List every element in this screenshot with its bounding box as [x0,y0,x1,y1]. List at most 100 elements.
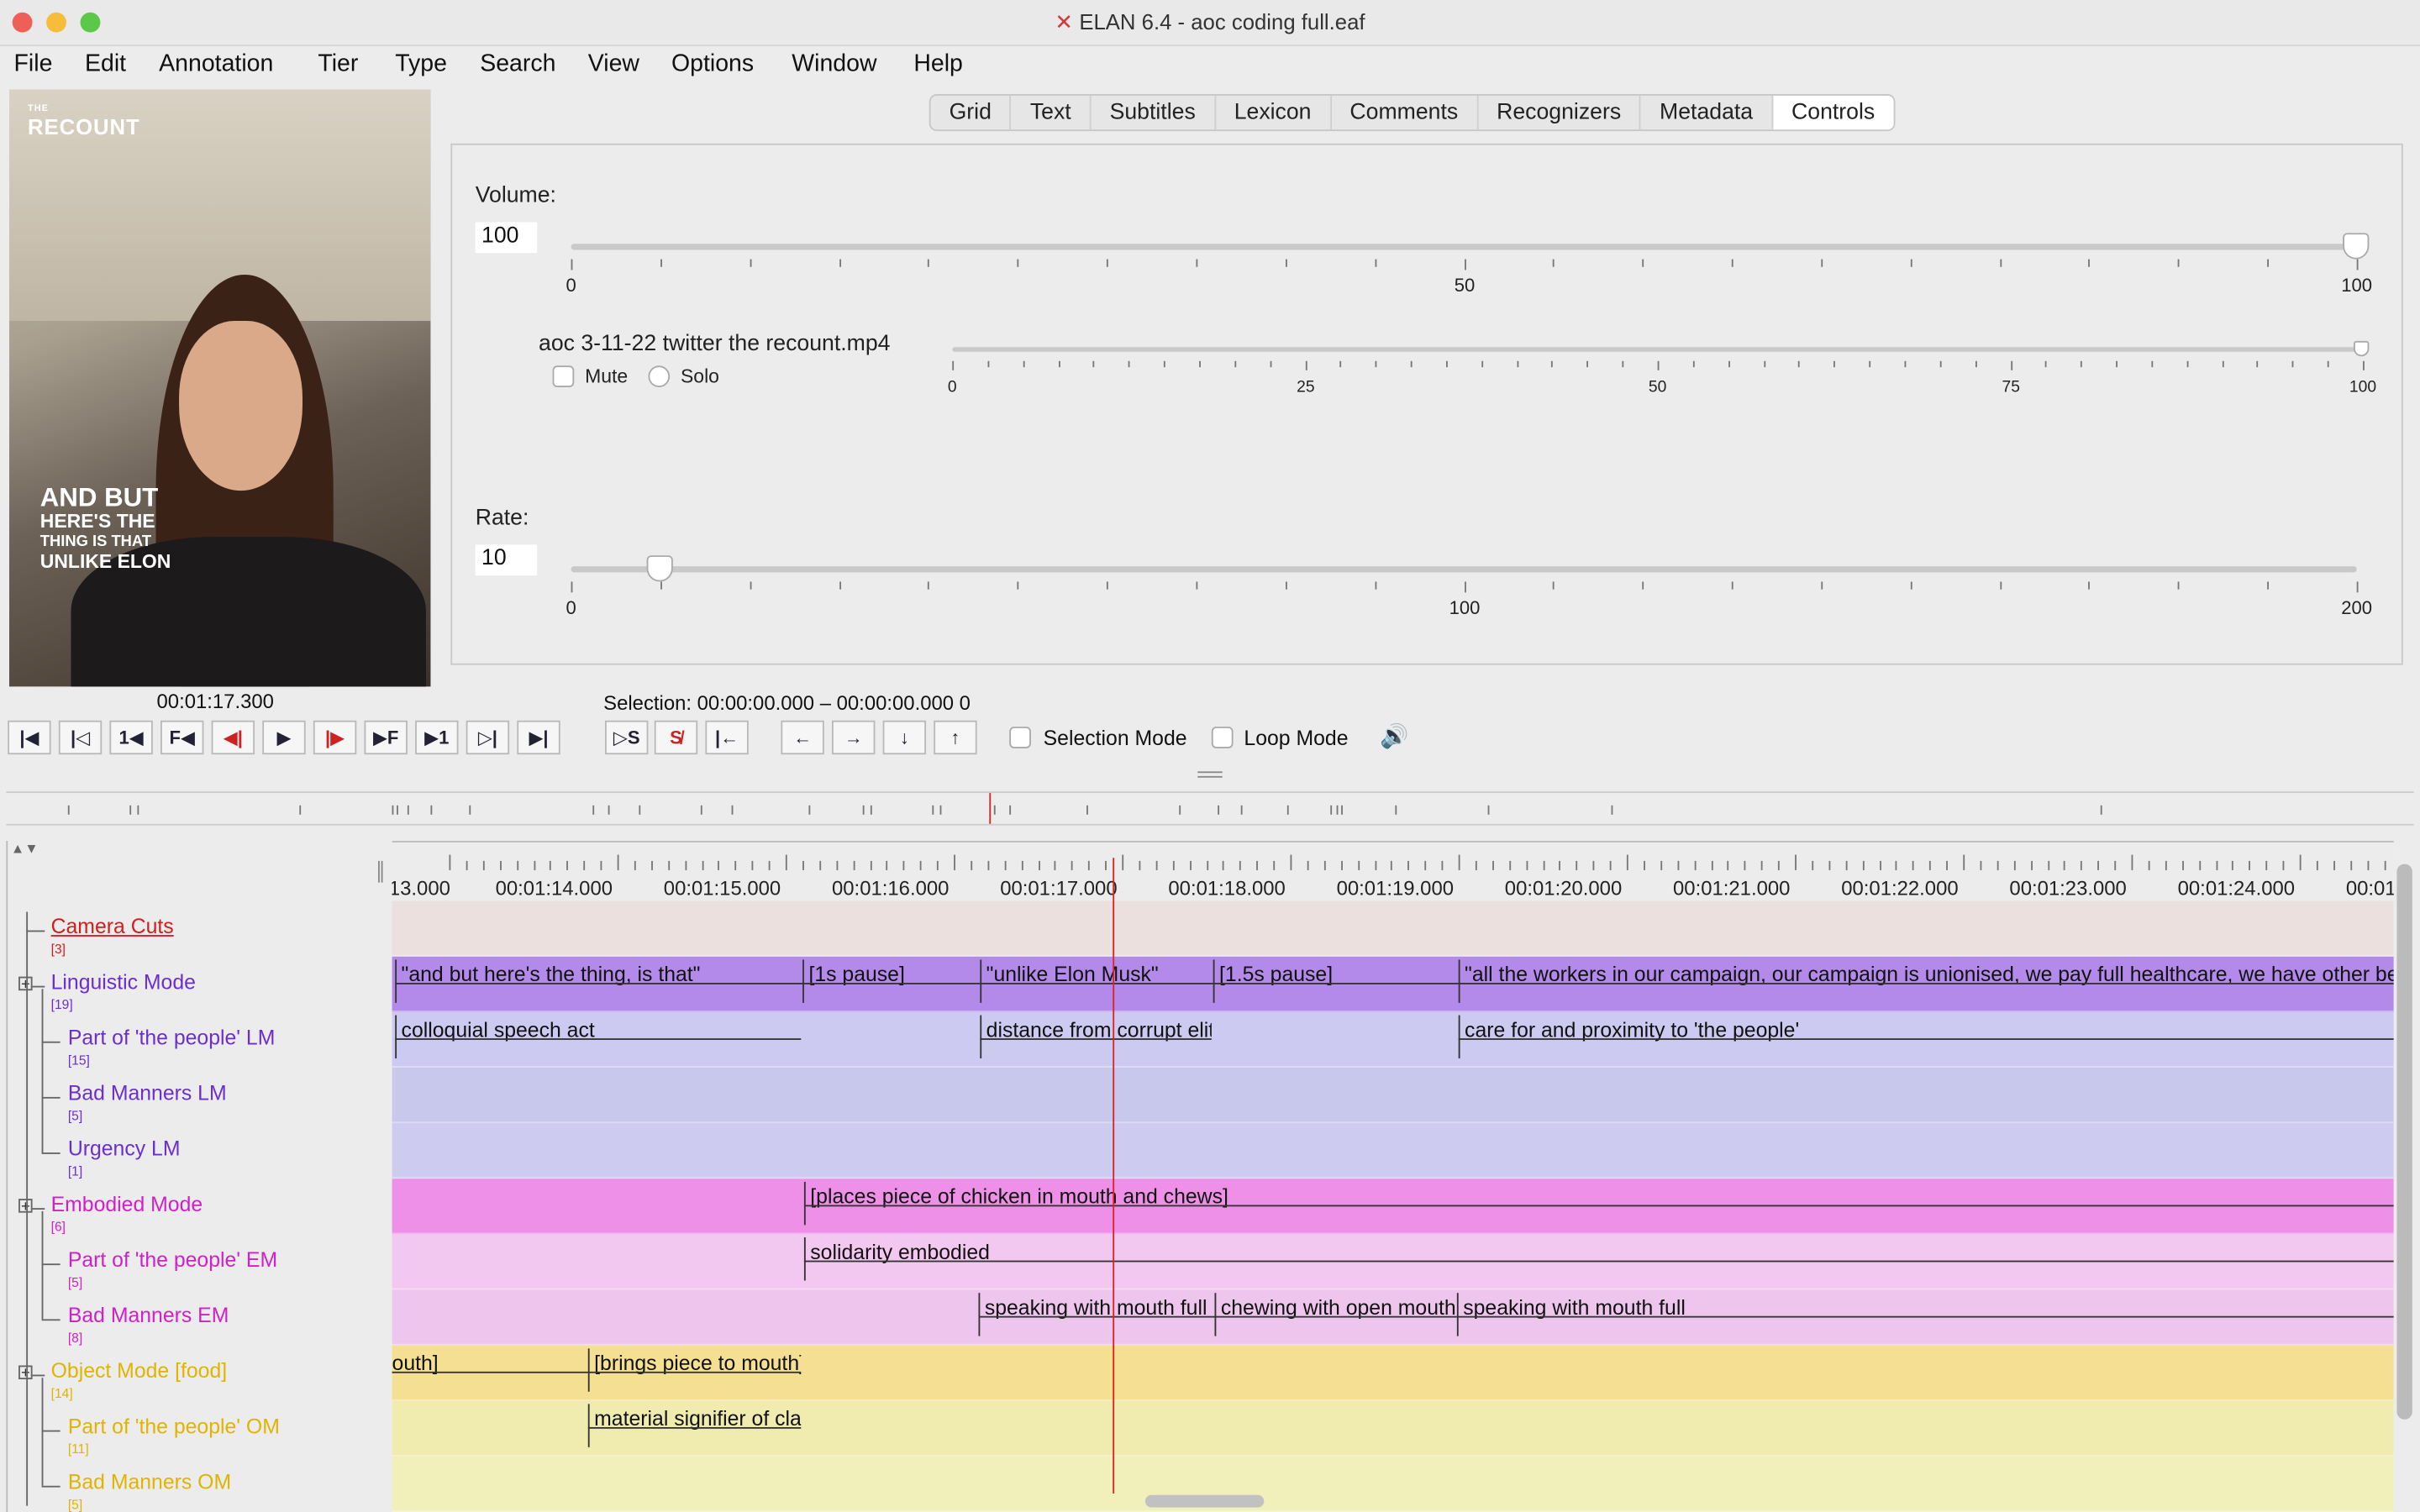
tab-lexicon[interactable]: Lexicon [1216,95,1332,130]
volume-slider-track[interactable] [571,244,2357,250]
slider-tick [1999,581,2002,590]
panel-splitter[interactable] [0,771,2420,780]
tier-name[interactable]: Part of 'the people' EM [68,1248,277,1272]
tier-row[interactable] [392,1456,2394,1512]
tier-row[interactable]: [places piece of chicken in mouth and ch… [392,1179,2394,1235]
tier-row[interactable]: "and but here's the thing, is that" [1s p… [392,956,2394,1012]
tier-name[interactable]: Linguistic Mode [51,970,196,994]
annotation-up-button[interactable]: ↑ [934,720,977,755]
tier-name[interactable]: Camera Cuts [51,915,174,938]
tier-name[interactable]: Bad Manners OM [68,1470,231,1494]
annotation[interactable]: "all the workers in our campaign, our ca… [1459,963,2394,1000]
horizontal-scrollbar[interactable] [1144,1494,1265,1508]
menu-tier[interactable]: Tier [318,51,358,79]
tier-row[interactable] [392,900,2394,957]
annotation[interactable]: colloquial speech act [395,1018,801,1055]
go-to-end-button[interactable]: ▶| [517,720,560,755]
annotation[interactable]: chewing with open mouth [1215,1296,1457,1333]
annotation[interactable]: speaking with mouth full [1457,1296,2394,1333]
volume-slider-thumb[interactable] [2343,233,2370,260]
next-frame-button[interactable]: ▷| [466,720,510,755]
forward-frame-button[interactable]: ▶F [364,720,408,755]
tier-name[interactable]: Bad Manners EM [68,1304,229,1327]
tier-row[interactable]: solidarity embodied [392,1234,2394,1290]
annotation[interactable]: [places piece of chicken in mouth and ch… [804,1185,2394,1222]
tier-row[interactable]: material signifier of cla [392,1400,2394,1457]
playhead-cursor[interactable] [1113,858,1115,1494]
overview-tick [1009,805,1012,815]
video-player[interactable]: THE RECOUNT AND BUT HERE'S THE THING IS T… [9,89,431,687]
previous-frame-button[interactable]: |◁ [58,720,103,755]
annotation[interactable]: material signifier of cla [588,1407,801,1444]
tier-name[interactable]: Urgency LM [68,1137,181,1161]
mute-checkbox[interactable] [552,365,575,388]
menu-annotation[interactable]: Annotation [159,51,273,79]
menu-file[interactable]: File [14,51,53,79]
collapse-all-icon[interactable]: ▲▼ [11,841,39,856]
annotation[interactable]: distance from corrupt elit [980,1018,1212,1055]
annotation-boundary [1458,1015,1460,1058]
menu-edit[interactable]: Edit [85,51,126,79]
clear-selection-button[interactable]: S̸ [654,720,698,755]
annotation[interactable]: care for and proximity to 'the people' [1459,1018,2394,1055]
menu-search[interactable]: Search [480,51,555,79]
previous-pixel-button[interactable]: ◀| [211,720,255,755]
tab-comments[interactable]: Comments [1331,95,1479,130]
annotation[interactable]: speaking with mouth full [978,1296,1214,1333]
selection-begin-button[interactable]: |← [705,720,749,755]
timeline-overview[interactable] [6,791,2414,826]
tab-controls[interactable]: Controls [1773,95,1894,130]
rate-slider-thumb[interactable] [646,555,673,582]
previous-annotation-button[interactable]: ← [781,720,824,755]
loop-mode-checkbox[interactable] [1211,727,1234,748]
back-one-second-button[interactable]: 1◀ [109,720,153,755]
tab-recognizers[interactable]: Recognizers [1478,95,1642,130]
play-button[interactable]: ▶ [262,720,306,755]
annotation[interactable]: [brings piece to mouth] [588,1352,801,1389]
annotation-down-button[interactable]: ↓ [882,720,927,755]
annotation[interactable]: "unlike Elon Musk" [980,963,1213,1000]
menu-type[interactable]: Type [395,51,447,79]
tier-row[interactable]: outh] [brings piece to mouth] [392,1345,2394,1401]
menu-help[interactable]: Help [913,51,963,79]
timeline-tracks[interactable]: 13.000 00:01:14.000 00:01:15.000 00:01:16.0… [392,841,2394,1512]
speaker-icon[interactable]: 🔊 [1380,722,1408,749]
tier-row[interactable]: colloquial speech act distance from corru… [392,1011,2394,1068]
volume-value-field[interactable]: 100 [475,222,538,254]
selection-mode-checkbox[interactable] [1009,727,1031,748]
media-volume-slider-track[interactable] [952,347,2364,352]
tier-name[interactable]: Bad Manners LM [68,1082,227,1105]
tier-row[interactable] [392,1123,2394,1179]
back-frame-button[interactable]: F◀ [160,720,204,755]
go-to-begin-button[interactable]: |◀ [8,720,51,755]
rate-slider-track[interactable] [571,566,2357,573]
tier-name[interactable]: Embodied Mode [51,1193,203,1216]
next-annotation-button[interactable]: → [831,720,876,755]
tab-metadata[interactable]: Metadata [1641,95,1774,130]
time-ruler[interactable]: 13.000 00:01:14.000 00:01:15.000 00:01:16.0… [392,842,2394,901]
tab-grid[interactable]: Grid [931,95,1012,130]
tier-row[interactable] [392,1068,2394,1124]
tier-splitter-handle[interactable] [377,860,383,883]
annotation[interactable]: solidarity embodied [804,1241,2394,1278]
menu-options[interactable]: Options [671,51,754,79]
media-volume-slider-thumb[interactable] [2354,340,2370,357]
tier-row[interactable]: speaking with mouth full chewing with ope… [392,1289,2394,1346]
annotation[interactable]: [1.5s pause] [1213,963,1459,1000]
annotation[interactable]: outh] [392,1352,588,1389]
menu-view[interactable]: View [588,51,639,79]
annotation[interactable]: [1s pause] [802,963,980,1000]
next-pixel-button[interactable]: |▶ [313,720,357,755]
tab-subtitles[interactable]: Subtitles [1092,95,1216,130]
tab-text[interactable]: Text [1012,95,1092,130]
vertical-scrollbar[interactable] [2396,864,2412,1420]
play-selection-button[interactable]: ▷S [604,720,649,755]
rate-value-field[interactable]: 10 [475,544,538,576]
tier-name[interactable]: Object Mode [food] [51,1359,228,1383]
tier-name[interactable]: Part of 'the people' LM [68,1026,276,1049]
tier-name[interactable]: Part of 'the people' OM [68,1415,280,1438]
menu-window[interactable]: Window [792,51,876,79]
annotation[interactable]: "and but here's the thing, is that" [395,963,802,1000]
forward-one-second-button[interactable]: ▶1 [415,720,459,755]
solo-radio[interactable] [648,365,671,388]
